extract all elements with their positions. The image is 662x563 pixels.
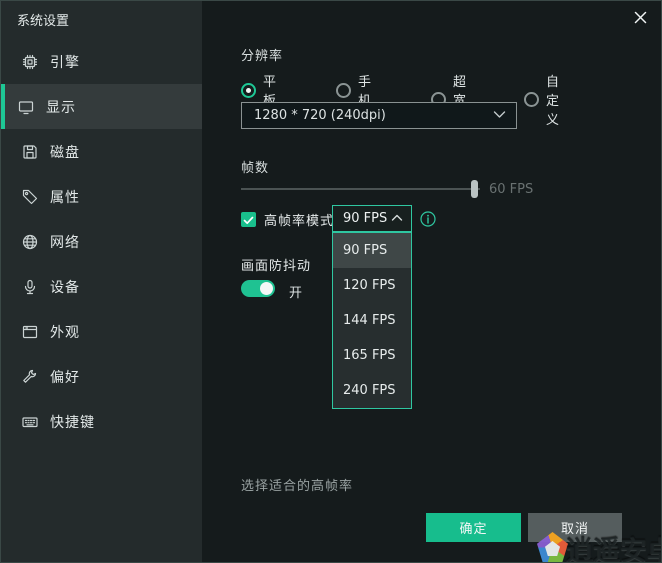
fps-dropdown-list: 90 FPS 120 FPS 144 FPS 165 FPS 240 FPS xyxy=(332,232,412,409)
sidebar-item-shortcuts[interactable]: 快捷键 xyxy=(1,399,202,444)
sidebar-item-label: 网络 xyxy=(50,232,80,252)
radio-indicator xyxy=(336,83,351,98)
sidebar-item-label: 引擎 xyxy=(50,52,80,72)
ok-button[interactable]: 确定 xyxy=(426,513,521,542)
sidebar-item-preferences[interactable]: 偏好 xyxy=(1,354,202,399)
antishake-label: 画面防抖动 xyxy=(241,255,311,274)
settings-dialog: 系统设置 引擎 显示 磁盘 xyxy=(0,0,662,563)
sidebar-item-label: 磁盘 xyxy=(50,142,80,162)
keyboard-icon xyxy=(21,413,39,431)
sidebar-item-appearance[interactable]: 外观 xyxy=(1,309,202,354)
fps-slider-handle[interactable] xyxy=(471,180,478,198)
info-icon[interactable] xyxy=(420,211,436,227)
sidebar-item-disk[interactable]: 磁盘 xyxy=(1,129,202,174)
fps-slider-track[interactable] xyxy=(241,188,480,190)
fps-option-120[interactable]: 120 FPS xyxy=(333,268,411,303)
sidebar: 系统设置 引擎 显示 磁盘 xyxy=(1,1,202,563)
high-fps-label: 高帧率模式 xyxy=(264,210,334,229)
footer-hint: 选择适合的高帧率 xyxy=(241,475,353,494)
fps-dropdown[interactable]: 90 FPS xyxy=(332,205,412,232)
framerate-section-title: 帧数 xyxy=(241,157,269,176)
monitor-icon xyxy=(17,98,35,116)
antishake-toggle[interactable] xyxy=(241,280,275,297)
chevron-down-icon xyxy=(493,108,506,123)
high-fps-checkbox[interactable] xyxy=(241,212,256,227)
sidebar-nav: 引擎 显示 磁盘 属性 xyxy=(1,39,202,444)
fps-option-165[interactable]: 165 FPS xyxy=(333,338,411,373)
antishake-state: 开 xyxy=(289,282,302,301)
wrench-icon xyxy=(21,368,39,386)
high-fps-row: 高帧率模式 xyxy=(241,210,334,229)
radio-custom[interactable]: 自定义 xyxy=(524,71,559,128)
disk-icon xyxy=(21,143,39,161)
chevron-up-icon xyxy=(391,211,403,226)
fps-option-240[interactable]: 240 FPS xyxy=(333,373,411,408)
window-title: 系统设置 xyxy=(17,10,69,29)
checkmark-icon xyxy=(243,210,254,229)
sidebar-item-engine[interactable]: 引擎 xyxy=(1,39,202,84)
fps-dropdown-value: 90 FPS xyxy=(343,211,391,226)
close-icon xyxy=(633,10,648,29)
toggle-knob xyxy=(260,282,273,295)
sidebar-item-label: 属性 xyxy=(50,187,80,207)
fps-option-90[interactable]: 90 FPS xyxy=(333,233,411,268)
sidebar-item-device[interactable]: 设备 xyxy=(1,264,202,309)
close-button[interactable] xyxy=(630,9,650,29)
resolution-dropdown[interactable]: 1280 * 720 (240dpi) xyxy=(241,102,517,129)
resolution-section-title: 分辨率 xyxy=(241,45,283,64)
sidebar-item-label: 偏好 xyxy=(50,367,80,387)
sidebar-item-properties[interactable]: 属性 xyxy=(1,174,202,219)
radio-indicator xyxy=(524,92,539,107)
sidebar-item-label: 显示 xyxy=(46,97,76,117)
sidebar-item-display[interactable]: 显示 xyxy=(1,84,202,129)
radio-indicator xyxy=(241,83,256,98)
tag-icon xyxy=(21,188,39,206)
window-icon xyxy=(21,323,39,341)
sidebar-item-label: 快捷键 xyxy=(50,412,95,432)
sidebar-item-label: 外观 xyxy=(50,322,80,342)
microphone-icon xyxy=(21,278,39,296)
fps-option-144[interactable]: 144 FPS xyxy=(333,303,411,338)
cancel-button[interactable]: 取消 xyxy=(528,513,622,542)
sidebar-item-network[interactable]: 网络 xyxy=(1,219,202,264)
resolution-dropdown-value: 1280 * 720 (240dpi) xyxy=(254,108,493,123)
sidebar-item-label: 设备 xyxy=(50,277,80,297)
chip-icon xyxy=(21,53,39,71)
globe-icon xyxy=(21,233,39,251)
fps-slider-value: 60 FPS xyxy=(489,182,533,197)
radio-label: 自定义 xyxy=(546,71,559,128)
